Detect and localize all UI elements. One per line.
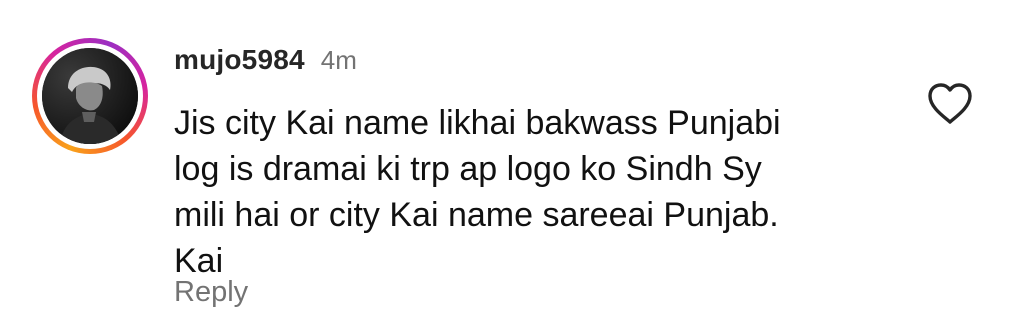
reply-button[interactable]: Reply xyxy=(174,276,248,309)
comment-text-line: Kai xyxy=(174,242,224,280)
comment-text-line: mili hai or city Kai name sareeai Punjab… xyxy=(174,196,779,234)
avatar-story-ring[interactable] xyxy=(32,38,148,154)
timestamp: 4m xyxy=(320,45,357,75)
avatar[interactable] xyxy=(42,48,138,144)
username-link[interactable]: mujo5984 xyxy=(174,44,305,76)
comment-header: mujo5984 4m xyxy=(174,44,357,76)
comment-item: mujo5984 4m Jis city Kai name likhai bak… xyxy=(0,0,1024,320)
avatar-ring-gap xyxy=(37,43,143,149)
like-button[interactable] xyxy=(926,82,974,126)
heart-outline-icon xyxy=(928,83,972,124)
comment-text-line: Jis city Kai name likhai bakwass Punjabi xyxy=(174,104,781,142)
comment-text-line: log is dramai ki trp ap logo ko Sindh Sy xyxy=(174,150,762,188)
comment-text: Jis city Kai name likhai bakwass Punjabi… xyxy=(174,100,894,284)
avatar-photo xyxy=(42,48,138,144)
